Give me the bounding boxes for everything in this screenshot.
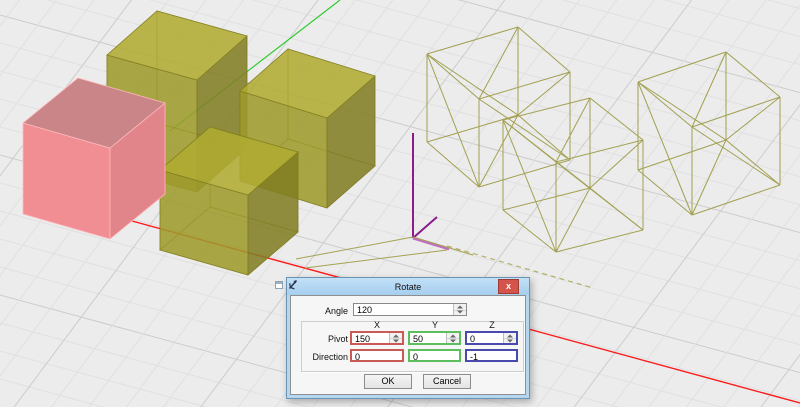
- dialog-titlebar[interactable]: Rotate x: [287, 278, 529, 295]
- wire-cube-1[interactable]: [427, 27, 570, 187]
- pivot-x-spinner[interactable]: [389, 333, 402, 343]
- ground-trace-line: [413, 237, 473, 255]
- mini-window-icon: [275, 281, 283, 289]
- direction-z-input[interactable]: -1: [465, 349, 518, 362]
- angle-spinner[interactable]: [453, 304, 466, 315]
- dialog-title: Rotate: [287, 282, 529, 292]
- pivot-y-spinner[interactable]: [446, 333, 459, 343]
- pivot-z-spinner[interactable]: [503, 333, 516, 343]
- direction-label: Direction: [304, 352, 348, 362]
- cancel-button[interactable]: Cancel: [423, 374, 471, 389]
- direction-x-input[interactable]: 0: [350, 349, 404, 362]
- pivot-label: Pivot: [304, 334, 348, 344]
- pivot-x-input[interactable]: 150: [350, 331, 404, 345]
- column-header-z: Z: [465, 320, 519, 330]
- angle-input[interactable]: 120: [353, 303, 467, 316]
- red-cube[interactable]: [23, 78, 165, 239]
- column-header-y: Y: [408, 320, 462, 330]
- spin-down-icon[interactable]: [454, 310, 466, 316]
- dialog-body: Angle 120 X Y Z Pivot 150 50 0: [290, 295, 526, 395]
- angle-label: Angle: [301, 306, 348, 316]
- close-icon[interactable]: x: [498, 279, 519, 294]
- rotate-dialog[interactable]: Rotate x Angle 120 X Y Z Pivot 150 50: [286, 277, 530, 399]
- spin-down-icon[interactable]: [447, 338, 459, 343]
- pivot-z-input[interactable]: 0: [465, 331, 518, 345]
- column-header-x: X: [350, 320, 404, 330]
- ok-button[interactable]: OK: [364, 374, 412, 389]
- cad-viewport[interactable]: Rotate x Angle 120 X Y Z Pivot 150 50: [0, 0, 800, 407]
- spin-down-icon[interactable]: [504, 338, 516, 343]
- ground-trace-line: [305, 250, 447, 268]
- direction-y-input[interactable]: 0: [408, 349, 461, 362]
- spin-down-icon[interactable]: [390, 338, 402, 343]
- pivot-y-input[interactable]: 50: [408, 331, 461, 345]
- pivot-direction-group: X Y Z Pivot 150 50 0 Direction: [301, 321, 524, 372]
